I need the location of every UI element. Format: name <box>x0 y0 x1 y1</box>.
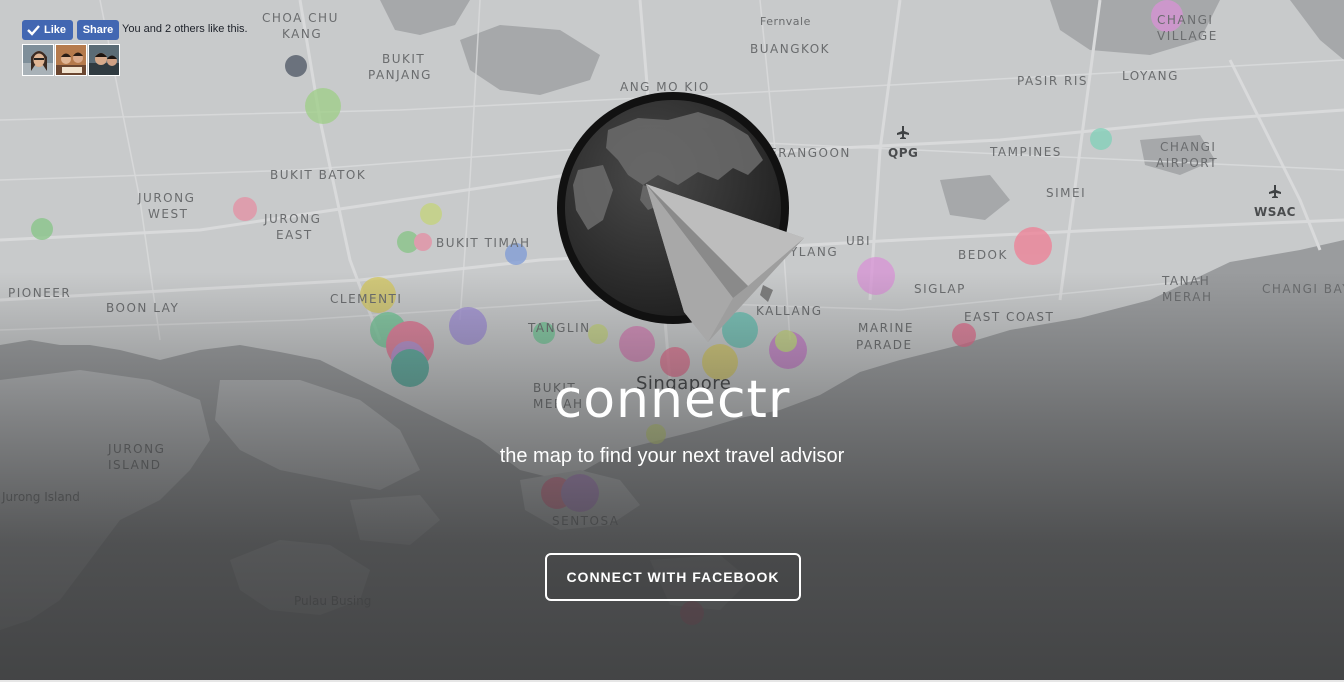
facebook-like-button[interactable]: Like <box>22 20 73 40</box>
facebook-like-count-text: You and 2 others like this. <box>122 23 248 35</box>
svg-text:PARADE: PARADE <box>856 338 913 352</box>
facebook-share-button[interactable]: Share <box>77 20 119 40</box>
svg-text:SIMEI: SIMEI <box>1046 186 1086 200</box>
svg-text:CHANGI: CHANGI <box>1160 140 1216 154</box>
svg-text:SENTOSA: SENTOSA <box>552 514 620 528</box>
svg-text:BUKIT: BUKIT <box>382 52 425 66</box>
connect-with-facebook-button[interactable]: CONNECT WITH FACEBOOK <box>545 553 801 601</box>
connectr-logo-icon <box>557 92 804 342</box>
svg-text:CLEMENTI: CLEMENTI <box>330 292 402 306</box>
svg-text:LOYANG: LOYANG <box>1122 69 1179 83</box>
svg-text:MERAH: MERAH <box>1162 290 1213 304</box>
svg-text:BEDOK: BEDOK <box>958 248 1008 262</box>
brand-wordmark: connectr <box>553 370 791 430</box>
friend-avatar[interactable] <box>88 44 120 76</box>
svg-text:VILLAGE: VILLAGE <box>1157 29 1218 43</box>
facebook-social-widget: Like Share You and 2 others like this. <box>22 20 282 100</box>
svg-text:Fernvale: Fernvale <box>760 15 811 28</box>
facebook-share-label: Share <box>82 24 114 36</box>
svg-text:WSAC: WSAC <box>1254 205 1296 219</box>
thumbs-up-check-icon <box>27 25 40 36</box>
svg-text:WEST: WEST <box>148 207 188 221</box>
svg-text:PIONEER: PIONEER <box>8 286 71 300</box>
svg-text:AIRPORT: AIRPORT <box>1156 156 1218 170</box>
svg-text:QPG: QPG <box>888 146 918 160</box>
svg-text:MARINE: MARINE <box>858 321 914 335</box>
svg-text:PANJANG: PANJANG <box>368 68 432 82</box>
facebook-like-label: Like <box>44 24 67 36</box>
friend-avatar[interactable] <box>55 44 87 76</box>
svg-text:JURONG: JURONG <box>263 212 321 226</box>
svg-text:BUKIT TIMAH: BUKIT TIMAH <box>436 236 531 250</box>
svg-text:EAST COAST: EAST COAST <box>964 310 1054 324</box>
friend-avatar[interactable] <box>22 44 54 76</box>
svg-text:EAST: EAST <box>276 228 313 242</box>
svg-text:CHANGI BAY: CHANGI BAY <box>1262 282 1344 296</box>
svg-text:SIGLAP: SIGLAP <box>914 282 966 296</box>
svg-text:JURONG: JURONG <box>137 191 195 205</box>
svg-text:TANAH: TANAH <box>1161 274 1210 288</box>
svg-text:BOON LAY: BOON LAY <box>106 301 179 315</box>
svg-text:CHANGI: CHANGI <box>1157 13 1213 27</box>
svg-text:Jurong Island: Jurong Island <box>1 490 80 504</box>
svg-text:KANG: KANG <box>282 27 322 41</box>
svg-text:Pulau Busing: Pulau Busing <box>294 594 371 608</box>
svg-text:UBI: UBI <box>846 234 871 248</box>
svg-text:PASIR RIS: PASIR RIS <box>1017 74 1088 88</box>
svg-text:BUKIT BATOK: BUKIT BATOK <box>270 168 366 182</box>
tagline: the map to find your next travel advisor <box>499 445 845 467</box>
svg-text:TAMPINES: TAMPINES <box>989 145 1062 159</box>
svg-text:BUANGKOK: BUANGKOK <box>750 42 830 56</box>
